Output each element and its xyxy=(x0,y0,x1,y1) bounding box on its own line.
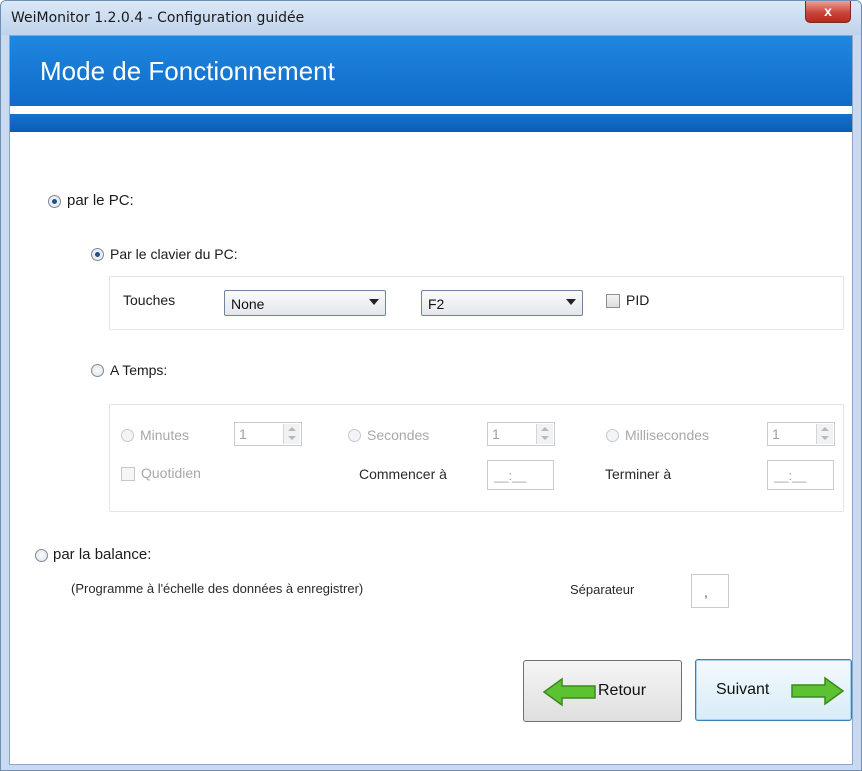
arrow-right-icon xyxy=(791,676,845,706)
end-time-value: __:__ xyxy=(774,468,807,483)
arrow-down-icon xyxy=(541,436,549,440)
wizard-panel: Mode de Fonctionnement par le PC: Par le… xyxy=(9,35,853,765)
next-button[interactable]: Suivant xyxy=(695,659,852,721)
page-title: Mode de Fonctionnement xyxy=(40,56,335,86)
window-title: WeiMonitor 1.2.0.4 - Configuration guidé… xyxy=(11,10,305,26)
end-time-input[interactable]: __:__ xyxy=(767,460,834,490)
back-button[interactable]: Retour xyxy=(523,660,682,722)
close-icon: x xyxy=(824,3,832,19)
keys-label: Touches xyxy=(123,292,176,308)
separator-input[interactable]: , xyxy=(691,574,729,608)
minutes-stepper[interactable]: 1 xyxy=(234,422,302,446)
seconds-stepper[interactable]: 1 xyxy=(487,422,555,446)
key-value: F2 xyxy=(428,296,445,312)
start-time-input[interactable]: __:__ xyxy=(487,460,554,490)
start-time-value: __:__ xyxy=(494,468,527,483)
spin-buttons[interactable] xyxy=(536,424,553,444)
mode-scale-label: par la balance: xyxy=(53,546,152,563)
seconds-value: 1 xyxy=(492,426,500,442)
pid-label: PID xyxy=(626,292,650,308)
arrow-up-icon xyxy=(288,427,296,431)
arrow-up-icon xyxy=(821,427,829,431)
title-bar: WeiMonitor 1.2.0.4 - Configuration guidé… xyxy=(1,1,861,35)
radio-timed[interactable] xyxy=(91,364,104,377)
radio-milliseconds[interactable] xyxy=(606,429,619,442)
arrow-up-icon xyxy=(541,427,549,431)
chevron-down-icon xyxy=(566,299,576,305)
daily-checkbox[interactable] xyxy=(121,467,135,481)
arrow-left-icon xyxy=(542,677,596,707)
radio-minutes[interactable] xyxy=(121,429,134,442)
radio-mode-scale[interactable] xyxy=(35,549,48,562)
end-label: Terminer à xyxy=(605,466,672,482)
modifier-dropdown[interactable]: None xyxy=(224,290,386,316)
timed-label: A Temps: xyxy=(110,362,168,378)
daily-label: Quotidien xyxy=(141,465,201,481)
seconds-label: Secondes xyxy=(367,427,430,443)
arrow-down-icon xyxy=(821,436,829,440)
pid-checkbox[interactable] xyxy=(606,294,620,308)
radio-mode-pc[interactable] xyxy=(48,195,61,208)
back-label: Retour xyxy=(598,682,647,699)
spin-buttons[interactable] xyxy=(816,424,833,444)
close-button[interactable]: x xyxy=(805,1,851,23)
modifier-value: None xyxy=(231,296,265,312)
radio-seconds[interactable] xyxy=(348,429,361,442)
milliseconds-stepper[interactable]: 1 xyxy=(767,422,835,446)
milliseconds-label: Millisecondes xyxy=(625,427,710,443)
chevron-down-icon xyxy=(369,299,379,305)
banner-divider xyxy=(10,114,852,132)
header-banner: Mode de Fonctionnement xyxy=(10,36,852,106)
separator-value: , xyxy=(704,584,708,600)
minutes-label: Minutes xyxy=(140,427,190,443)
start-label: Commencer à xyxy=(359,466,447,482)
key-dropdown[interactable]: F2 xyxy=(421,290,583,316)
mode-pc-label: par le PC: xyxy=(67,192,134,209)
scale-hint: (Programme à l'échelle des données à enr… xyxy=(71,581,364,596)
arrow-down-icon xyxy=(288,436,296,440)
next-label: Suivant xyxy=(716,681,770,698)
timed-group: Minutes 1 Secondes 1 Millisecondes 1 Quo… xyxy=(109,404,844,512)
keyboard-group: Touches None F2 PID xyxy=(109,276,844,330)
separator-label: Séparateur xyxy=(570,582,635,597)
spin-buttons[interactable] xyxy=(283,424,300,444)
minutes-value: 1 xyxy=(239,426,247,442)
radio-keyboard[interactable] xyxy=(91,248,104,261)
app-window: WeiMonitor 1.2.0.4 - Configuration guidé… xyxy=(0,0,862,771)
keyboard-label: Par le clavier du PC: xyxy=(110,246,238,262)
milliseconds-value: 1 xyxy=(772,426,780,442)
